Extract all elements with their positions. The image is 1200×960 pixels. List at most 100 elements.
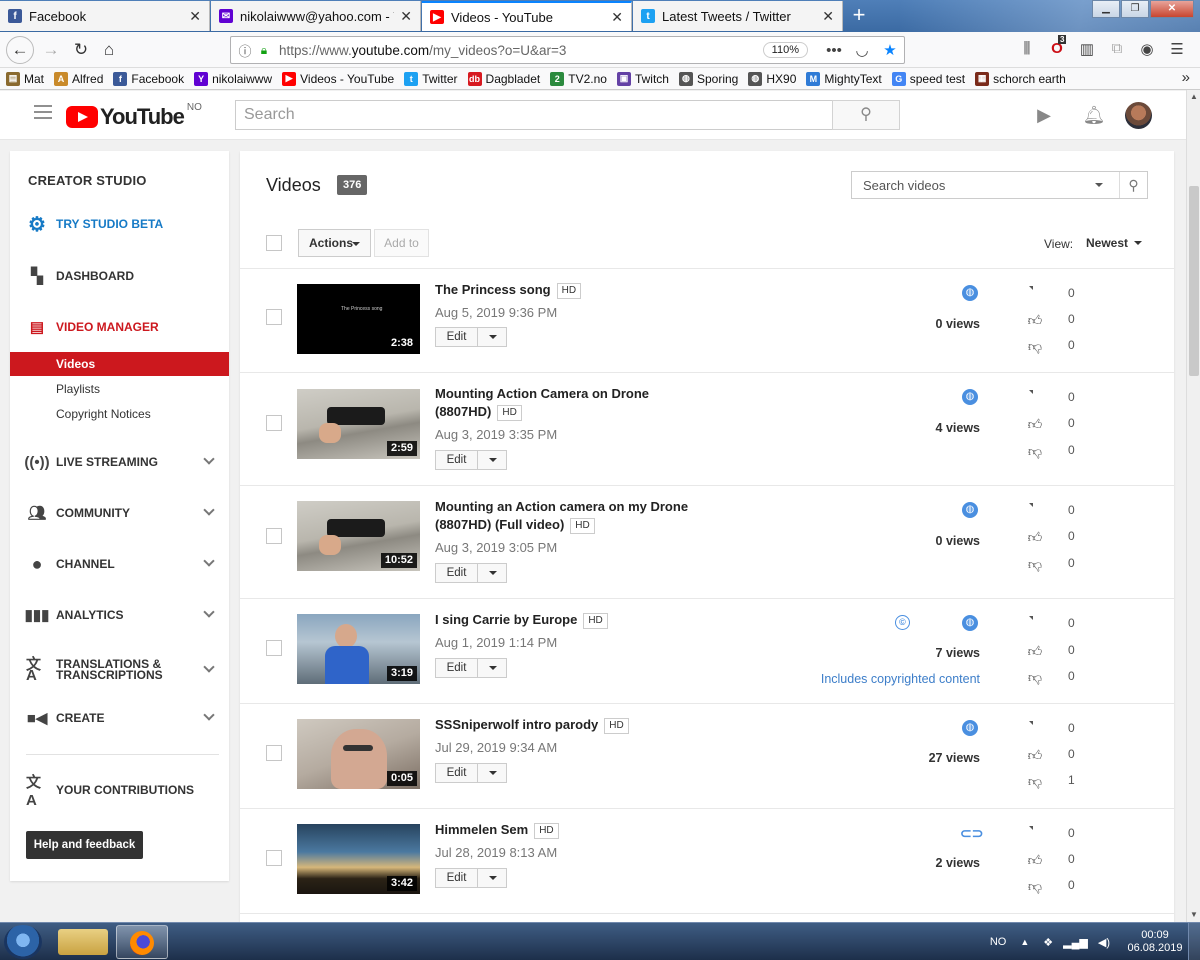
edit-button[interactable]: Edit — [436, 328, 478, 346]
chevron-down-icon[interactable] — [203, 661, 215, 673]
tab-youtube[interactable]: ▶ Videos - YouTube ✕ — [422, 1, 632, 31]
bookmark-twitch[interactable]: ▣ Twitch — [616, 71, 669, 86]
video-thumbnail[interactable]: 10:52 — [297, 501, 420, 571]
clock[interactable]: 00:09 06.08.2019 — [1122, 929, 1188, 955]
bookmark-twitter[interactable]: t Twitter — [404, 71, 458, 86]
bookmark-schorch-earth[interactable]: ▦ schorch earth — [975, 71, 1066, 86]
add-to-button[interactable]: Add to — [374, 229, 429, 257]
sidebar-icon[interactable]: ▥ — [1076, 40, 1098, 60]
bookmark-tv2[interactable]: 2 TV2.no — [550, 71, 607, 86]
edit-dropdown-caret[interactable] — [478, 869, 506, 887]
reload-icon[interactable]: ↻ — [68, 38, 94, 62]
youtube-logo[interactable]: YouTube NO — [66, 102, 202, 130]
edit-dropdown-caret[interactable] — [478, 659, 506, 677]
address-bar[interactable]: ⓘ 🔒︎ https://www.youtube.com/my_videos?o… — [230, 36, 905, 64]
scroll-down-icon[interactable]: ▼ — [1187, 908, 1200, 922]
tab-yahoo-mail[interactable]: ✉ nikolaiwww@yahoo.com - Yah ✕ — [211, 1, 421, 31]
row-checkbox[interactable] — [266, 850, 282, 866]
row-checkbox[interactable] — [266, 640, 282, 656]
tab-twitter[interactable]: t Latest Tweets / Twitter ✕ — [633, 1, 843, 31]
bookmark-speedtest[interactable]: Gspeed test — [891, 71, 965, 86]
bookmark-alfred[interactable]: A Alfred — [54, 71, 103, 86]
edit-button[interactable]: Edit — [436, 659, 478, 677]
edit-dropdown-caret[interactable] — [478, 328, 506, 346]
opera-extension-icon[interactable]: O3 — [1046, 35, 1068, 60]
sidebar-item-create[interactable]: ■◀ CREATE — [10, 707, 229, 729]
search-icon[interactable]: ⚲ — [1119, 172, 1147, 198]
video-title[interactable]: I sing Carrie by Europe — [435, 612, 577, 627]
edit-dropdown-caret[interactable] — [478, 451, 506, 469]
edit-dropdown-caret[interactable] — [478, 764, 506, 782]
library-icon[interactable]: ⫼ — [1016, 40, 1038, 60]
firefox-taskbar-icon[interactable] — [116, 925, 168, 959]
tab-facebook[interactable]: f Facebook ✕ — [0, 1, 210, 31]
file-explorer-taskbar-icon[interactable] — [58, 929, 108, 955]
copyright-icon[interactable]: © — [895, 615, 910, 630]
bookmark-sporing[interactable]: ◍ Sporing — [678, 71, 738, 86]
view-sort-dropdown[interactable]: Newest — [1086, 233, 1146, 253]
url-text[interactable]: https://www.youtube.com/my_videos?o=U&ar… — [279, 43, 763, 58]
volume-icon[interactable]: ◀) — [1098, 936, 1110, 949]
chevron-down-icon[interactable] — [203, 606, 215, 618]
row-checkbox[interactable] — [266, 309, 282, 325]
account-icon[interactable]: ◉ — [1136, 40, 1158, 60]
show-hidden-icons[interactable]: ▲ — [1020, 937, 1029, 947]
bookmark-youtube[interactable]: ▶ Videos - YouTube — [282, 71, 394, 86]
video-thumbnail[interactable]: 3:19 — [297, 614, 420, 684]
zoom-indicator[interactable]: 110% — [762, 42, 808, 58]
row-checkbox[interactable] — [266, 415, 282, 431]
window-close-button[interactable]: ✕ — [1150, 0, 1194, 18]
forward-icon[interactable]: → — [38, 38, 64, 62]
extension-icon[interactable]: ⧉ — [1106, 40, 1128, 60]
close-icon[interactable]: ✕ — [611, 9, 623, 26]
video-title[interactable]: Mounting an Action camera on my Drone (8… — [435, 499, 688, 532]
home-icon[interactable]: ⌂ — [96, 38, 122, 62]
bookmark-facebook[interactable]: f Facebook — [113, 71, 184, 86]
help-and-feedback-button[interactable]: Help and feedback — [26, 831, 143, 859]
bookmark-dagbladet[interactable]: db Dagbladet — [467, 71, 540, 86]
row-checkbox[interactable] — [266, 745, 282, 761]
row-checkbox[interactable] — [266, 528, 282, 544]
copyrighted-content-link[interactable]: Includes copyrighted content — [821, 672, 980, 686]
caret-down-icon[interactable] — [1095, 183, 1103, 187]
bookmark-star-icon[interactable]: ★ — [876, 41, 904, 59]
sidebar-item-live-streaming[interactable]: ((•)) LIVE STREAMING — [10, 451, 229, 473]
sidebar-item-translations[interactable]: 文A TRANSLATIONS & TRANSCRIPTIONS — [10, 655, 229, 685]
video-title[interactable]: The Princess song — [435, 282, 551, 297]
sidebar-subitem-copyright-notices[interactable]: Copyright Notices — [10, 402, 229, 426]
language-indicator[interactable]: NO — [990, 936, 1007, 948]
back-icon[interactable]: ← — [6, 36, 34, 64]
search-videos-field[interactable]: Search videos ⚲ — [851, 171, 1148, 199]
sidebar-item-dashboard[interactable]: ▚ DASHBOARD — [10, 265, 229, 287]
more-bookmarks-icon[interactable]: » — [1182, 69, 1190, 86]
video-thumbnail[interactable]: The Princess song 2:38 — [297, 284, 420, 354]
minimize-button[interactable]: ▁ — [1092, 0, 1120, 18]
page-actions-icon[interactable]: ••• — [820, 42, 848, 59]
bookmark-mightytext[interactable]: M MightyText — [806, 71, 882, 86]
video-title[interactable]: SSSniperwolf intro parody — [435, 717, 598, 732]
scrollbar-thumb[interactable] — [1189, 186, 1199, 376]
bookmark-mat[interactable]: ▤ Mat — [6, 71, 44, 86]
avatar[interactable] — [1125, 102, 1152, 129]
video-thumbnail[interactable]: 2:59 — [297, 389, 420, 459]
bookmark-yahoo[interactable]: Ynikolaiwww — [194, 71, 272, 86]
dropbox-icon[interactable]: ❖ — [1043, 936, 1053, 949]
video-thumbnail[interactable]: 3:42 — [297, 824, 420, 894]
page-scrollbar[interactable]: ▲ ▼ — [1186, 90, 1200, 922]
scroll-up-icon[interactable]: ▲ — [1187, 90, 1200, 104]
close-icon[interactable]: ✕ — [400, 8, 412, 25]
close-icon[interactable]: ✕ — [189, 8, 201, 25]
info-icon[interactable]: ⓘ — [235, 41, 255, 60]
network-icon[interactable]: ▂▄▆ — [1063, 936, 1088, 949]
notifications-bell-icon[interactable]: 🔔︎ — [1082, 103, 1106, 127]
menu-icon[interactable]: ☰ — [1166, 40, 1188, 60]
sidebar-subitem-videos[interactable]: Videos — [10, 352, 229, 376]
bookmark-hx90[interactable]: ◍ HX90 — [748, 71, 796, 86]
select-all-checkbox[interactable] — [266, 235, 282, 251]
upload-video-icon[interactable]: ▶ — [1032, 103, 1056, 127]
sidebar-item-try-studio-beta[interactable]: ⚙ TRY STUDIO BETA — [10, 213, 229, 236]
new-tab-button[interactable]: + — [846, 3, 872, 29]
sidebar-item-channel[interactable]: ● CHANNEL — [10, 553, 229, 575]
edit-button[interactable]: Edit — [436, 764, 478, 782]
sidebar-item-community[interactable]: 👥︎ COMMUNITY — [10, 502, 229, 524]
